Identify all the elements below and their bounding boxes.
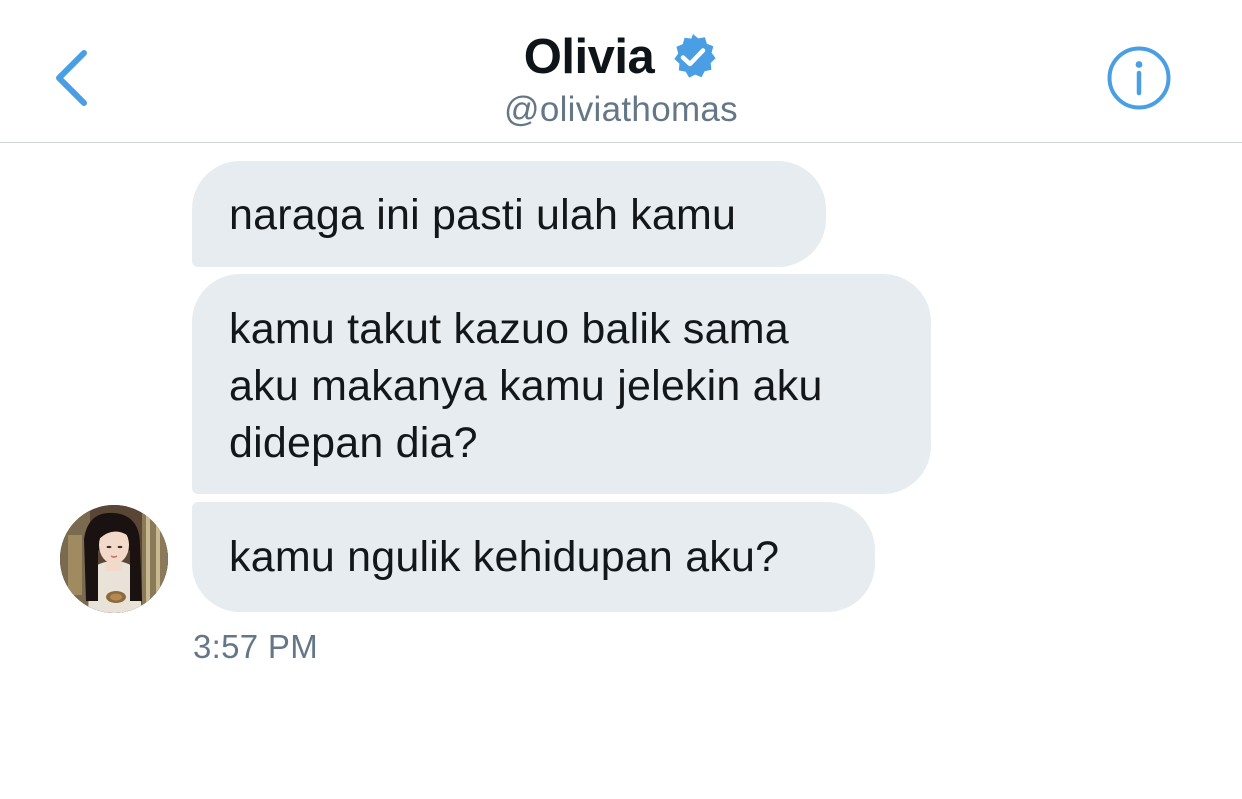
message-bubble[interactable]: kamu takut kazuo balik sama aku makanya …	[192, 274, 931, 494]
name-row: Olivia	[524, 26, 718, 88]
avatar-photo	[60, 505, 168, 613]
contact-handle: @oliviathomas	[504, 90, 738, 129]
message-bubble[interactable]: naraga ini pasti ulah kamu	[192, 161, 826, 267]
conversation-header: Olivia @oliviathomas	[0, 0, 1242, 143]
dm-conversation-screen: Olivia @oliviathomas naraga ini pasti ul…	[0, 0, 1242, 799]
conversation-info-button[interactable]	[1106, 45, 1172, 111]
message-bubble[interactable]: kamu ngulik kehidupan aku?	[192, 502, 875, 612]
conversation-title[interactable]: Olivia @oliviathomas	[0, 26, 1242, 130]
verified-badge-icon	[674, 34, 716, 78]
info-circle-icon	[1107, 46, 1171, 110]
contact-name: Olivia	[523, 30, 655, 84]
avatar[interactable]	[60, 505, 168, 613]
message-thread[interactable]: naraga ini pasti ulah kamu kamu takut ka…	[0, 143, 1242, 799]
message-timestamp: 3:57 PM	[193, 628, 318, 665]
